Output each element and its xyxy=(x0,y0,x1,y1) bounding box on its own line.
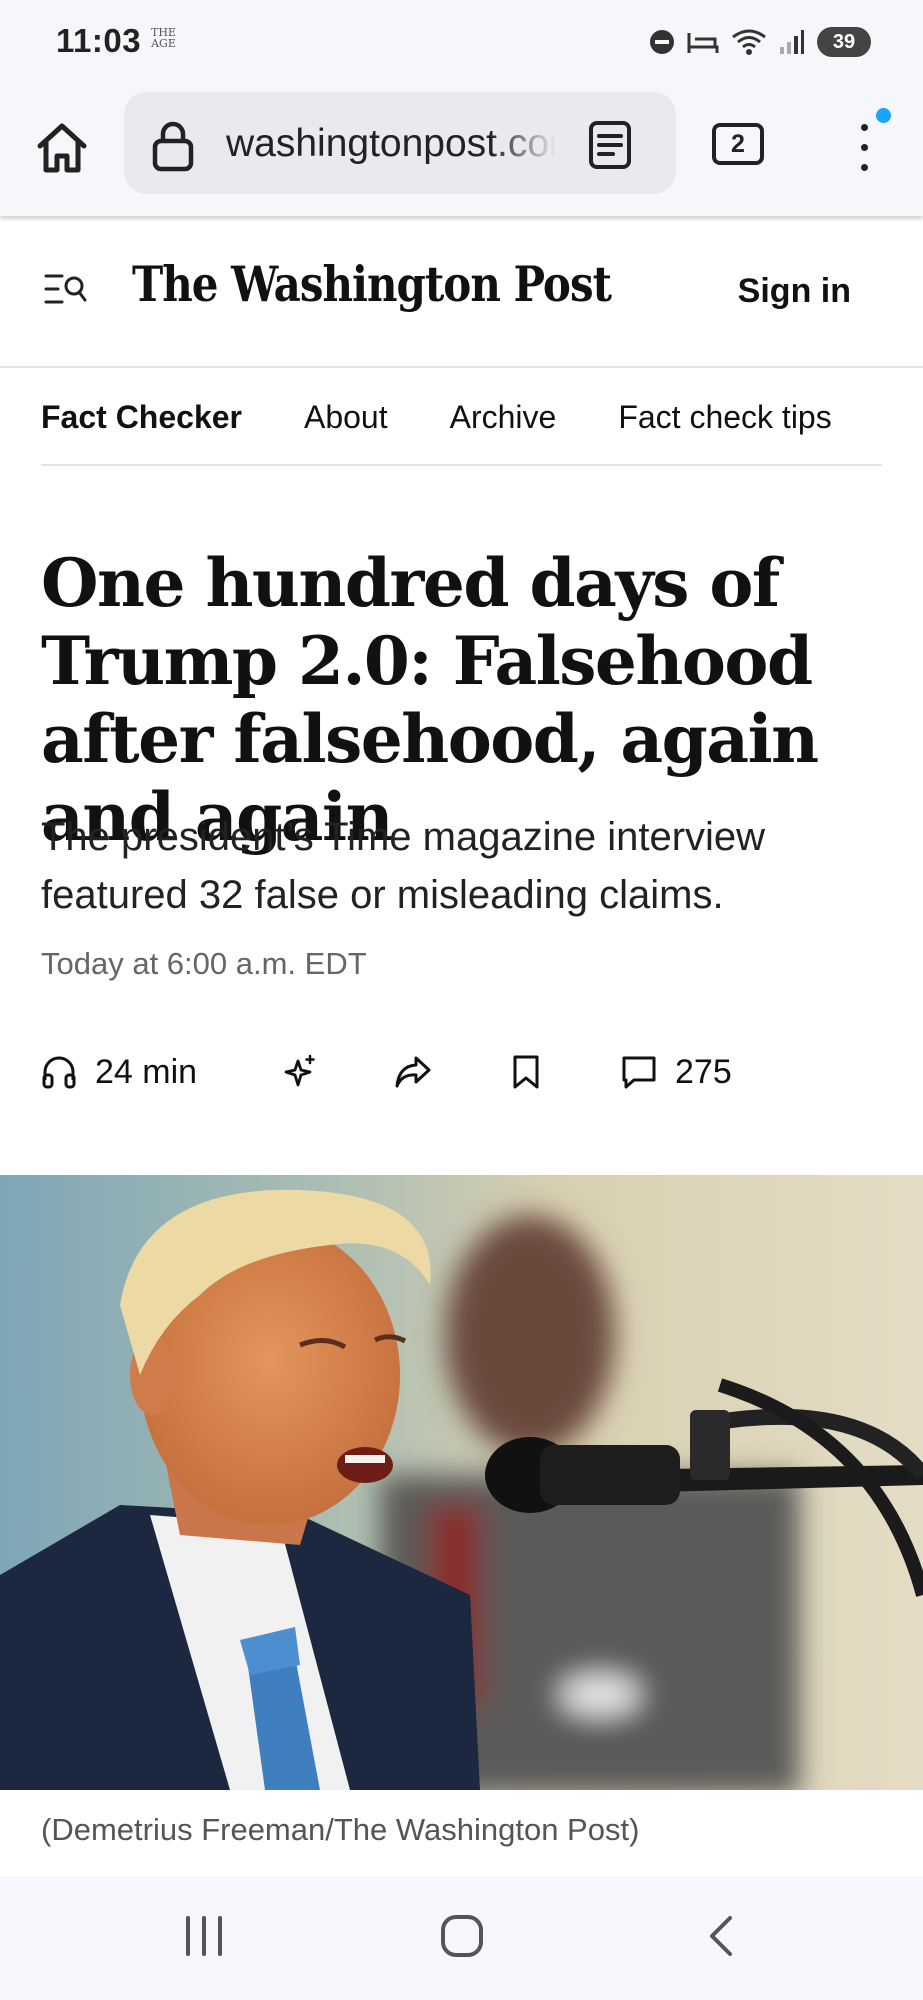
status-bar: 11:03 THE AGE 39 xyxy=(0,0,923,84)
notification-dot xyxy=(876,108,891,123)
nav-archive[interactable]: Archive xyxy=(450,399,557,436)
article-lead-photo xyxy=(0,1175,923,1790)
lock-icon xyxy=(152,121,194,172)
washington-post-logo[interactable]: The Washington Post xyxy=(132,256,612,312)
nav-fact-checker[interactable]: Fact Checker xyxy=(41,399,242,436)
photo-caption: (Demetrius Freeman/The Washington Post) xyxy=(41,1812,640,1847)
share-button[interactable] xyxy=(394,1044,432,1100)
address-bar[interactable]: washingtonpost.com xyxy=(124,92,676,194)
home-nav-icon[interactable] xyxy=(440,1914,484,1958)
ai-summary-button[interactable] xyxy=(281,1044,319,1100)
do-not-disturb-icon xyxy=(650,30,674,54)
section-nav: Fact Checker About Archive Fact check ti… xyxy=(41,370,882,466)
nav-about[interactable]: About xyxy=(304,399,388,436)
url-text[interactable]: washingtonpost.com xyxy=(226,122,556,166)
article-timestamp: Today at 6:00 a.m. EDT xyxy=(41,946,367,981)
browser-toolbar: washingtonpost.com 2 xyxy=(0,84,923,216)
comment-count: 275 xyxy=(675,1052,732,1091)
comments-button[interactable]: 275 xyxy=(621,1044,732,1100)
lead-photo-image xyxy=(0,1175,923,1790)
wifi-icon xyxy=(732,29,766,55)
article-subheadline: The president’s Time magazine interview … xyxy=(41,815,766,917)
sparkle-star-icon xyxy=(284,1054,315,1087)
reader-mode-icon[interactable] xyxy=(588,120,632,170)
status-time: 11:03 xyxy=(56,22,142,59)
signal-icon xyxy=(780,30,804,54)
the-age-notification-icon: THE AGE xyxy=(151,26,176,50)
status-icons: 39 xyxy=(649,24,871,60)
nav-fact-check-tips[interactable]: Fact check tips xyxy=(618,399,831,436)
home-icon xyxy=(37,123,87,173)
bookmark-icon xyxy=(513,1055,539,1089)
tabs-button[interactable]: 2 xyxy=(712,123,764,165)
system-navigation-bar xyxy=(0,1876,923,2000)
menu-search-icon[interactable] xyxy=(44,272,88,308)
comment-icon xyxy=(622,1056,656,1089)
sleep-mode-icon xyxy=(687,33,719,53)
article-actions: 24 min 275 xyxy=(41,1044,841,1100)
bookmark-button[interactable] xyxy=(511,1044,541,1100)
share-icon xyxy=(395,1056,431,1088)
home-button[interactable] xyxy=(31,117,93,179)
sign-in-link[interactable]: Sign in xyxy=(738,272,851,311)
recent-apps-icon[interactable] xyxy=(184,1914,224,1958)
more-menu-icon[interactable] xyxy=(848,118,878,178)
battery-icon: 39 xyxy=(817,27,871,57)
site-header: The Washington Post Sign in xyxy=(0,216,923,368)
listen-duration: 24 min xyxy=(95,1052,198,1091)
back-icon[interactable] xyxy=(706,1914,736,1958)
listen-button[interactable]: 24 min xyxy=(41,1044,197,1100)
headphones-icon xyxy=(42,1056,76,1089)
